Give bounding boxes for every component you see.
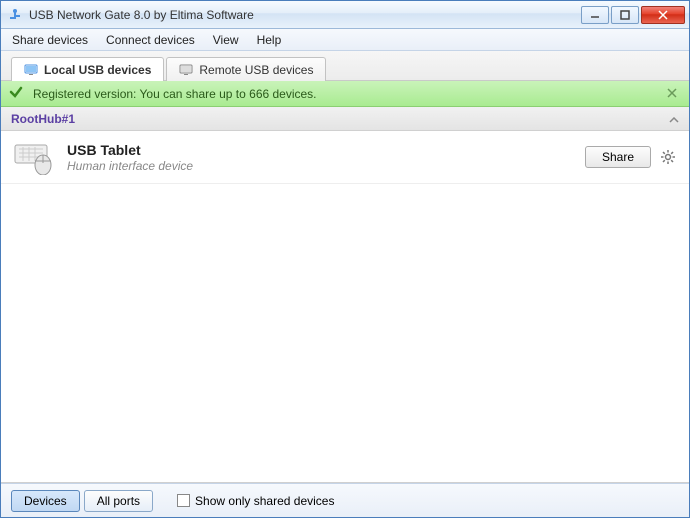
menu-view[interactable]: View [204, 31, 248, 49]
device-row: USB Tablet Human interface device Share [1, 131, 689, 184]
device-text: USB Tablet Human interface device [67, 142, 585, 173]
share-button[interactable]: Share [585, 146, 651, 168]
window-title: USB Network Gate 8.0 by Eltima Software [29, 8, 581, 22]
app-icon [7, 7, 23, 23]
menu-share-devices[interactable]: Share devices [3, 31, 97, 49]
device-list: USB Tablet Human interface device Share [1, 131, 689, 483]
show-only-shared-checkbox[interactable]: Show only shared devices [177, 494, 334, 508]
all-ports-filter-button[interactable]: All ports [84, 490, 153, 512]
device-description: Human interface device [67, 159, 585, 173]
dismiss-banner-button[interactable] [663, 84, 681, 103]
tab-local-usb[interactable]: Local USB devices [11, 57, 164, 81]
chevron-up-icon[interactable] [669, 112, 679, 126]
gear-icon[interactable] [659, 148, 677, 166]
tab-label: Remote USB devices [199, 63, 313, 77]
tab-label: Local USB devices [44, 63, 151, 77]
close-button[interactable] [641, 6, 685, 24]
menu-help[interactable]: Help [248, 31, 291, 49]
tab-remote-usb[interactable]: Remote USB devices [166, 57, 326, 81]
hub-name: RootHub#1 [11, 112, 75, 126]
check-icon [9, 85, 23, 102]
hub-header[interactable]: RootHub#1 [1, 107, 689, 131]
devices-filter-button[interactable]: Devices [11, 490, 80, 512]
menubar: Share devices Connect devices View Help [1, 29, 689, 51]
tabbar: Local USB devices Remote USB devices [1, 51, 689, 81]
checkbox-label: Show only shared devices [195, 494, 334, 508]
titlebar: USB Network Gate 8.0 by Eltima Software [1, 1, 689, 29]
window-controls [581, 6, 685, 24]
menu-connect-devices[interactable]: Connect devices [97, 31, 204, 49]
main-window: USB Network Gate 8.0 by Eltima Software … [0, 0, 690, 518]
status-banner: Registered version: You can share up to … [1, 81, 689, 107]
monitor-icon [179, 64, 193, 76]
status-text: Registered version: You can share up to … [33, 87, 317, 101]
device-name: USB Tablet [67, 142, 585, 158]
monitor-icon [24, 64, 38, 76]
checkbox-icon [177, 494, 190, 507]
minimize-button[interactable] [581, 6, 609, 24]
maximize-button[interactable] [611, 6, 639, 24]
bottombar: Devices All ports Show only shared devic… [1, 483, 689, 517]
keyboard-mouse-icon [13, 139, 57, 175]
